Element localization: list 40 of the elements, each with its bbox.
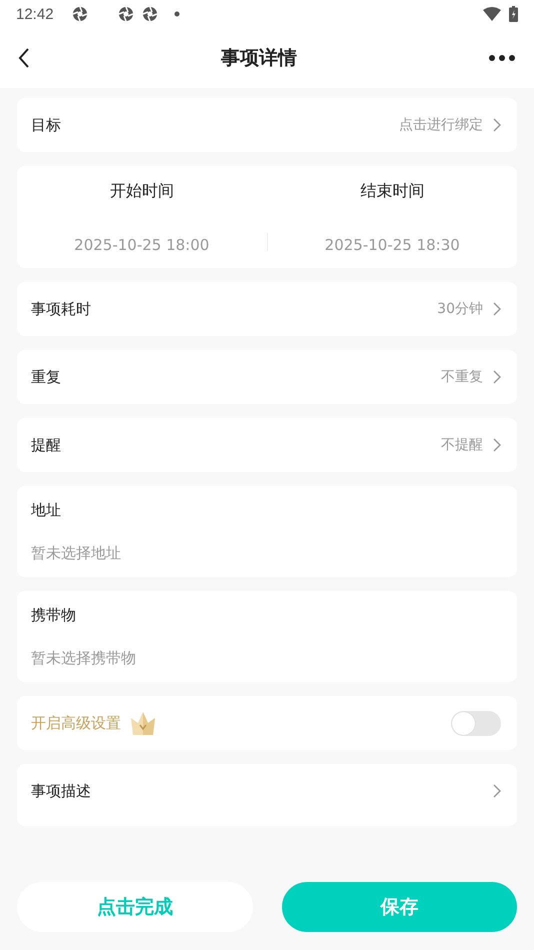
back-icon [18, 48, 30, 68]
row-label: 重复 [31, 368, 61, 386]
chevron-icon [493, 784, 501, 798]
setting-row[interactable]: 提醒 不提醒 [17, 418, 517, 472]
row-value: 30分钟 [437, 300, 483, 318]
toggle-switch[interactable] [451, 710, 501, 736]
battery-icon [509, 6, 518, 22]
setting-row[interactable]: 事项描述 [17, 764, 517, 826]
chevron-icon [493, 302, 501, 316]
field-label: 携带物 [31, 606, 77, 624]
setting-row[interactable]: 重复 不重复 [17, 350, 517, 404]
notification-dot-icon [174, 11, 180, 17]
aperture-icon [72, 6, 88, 22]
row-value: 点击进行绑定 [399, 116, 483, 134]
field-placeholder: 暂未选择携带物 [31, 648, 137, 668]
setting-row[interactable]: 目标 点击进行绑定 [17, 98, 517, 152]
advanced-label: 开启高级设置 [31, 714, 121, 732]
aperture-icon [142, 6, 158, 22]
row-label: 事项描述 [31, 782, 91, 800]
end-time-label: 结束时间 [360, 180, 424, 202]
field-card[interactable]: 携带物 暂未选择携带物 [17, 591, 517, 682]
row-label: 目标 [31, 116, 61, 134]
more-icon [488, 54, 516, 62]
chevron-icon [493, 370, 501, 384]
crown-icon [129, 710, 157, 736]
field-card[interactable]: 地址 暂未选择地址 [17, 486, 517, 577]
row-value: 不重复 [441, 368, 483, 386]
row-value: 不提醒 [441, 436, 483, 454]
aperture-icon [118, 6, 134, 22]
page-title: 事项详情 [221, 46, 297, 71]
chevron-icon [493, 438, 501, 452]
field-label: 地址 [31, 500, 62, 520]
row-label: 事项耗时 [31, 300, 91, 318]
setting-row[interactable]: 事项耗时 30分钟 [17, 282, 517, 336]
field-placeholder: 暂未选择地址 [31, 544, 122, 562]
wifi-icon [483, 7, 501, 21]
chevron-icon [493, 118, 501, 132]
status-time: 12:42 [16, 6, 54, 22]
start-time-label: 开始时间 [110, 180, 174, 202]
row-label: 提醒 [31, 436, 61, 454]
